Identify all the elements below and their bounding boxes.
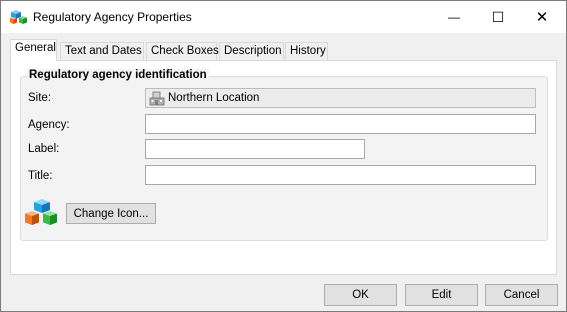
maximize-button[interactable]: ☐ bbox=[476, 1, 520, 33]
tab-description[interactable]: Description bbox=[219, 42, 284, 61]
site-field[interactable]: Northern Location bbox=[145, 88, 536, 108]
tab-text-and-dates[interactable]: Text and Dates bbox=[60, 42, 144, 61]
ok-button[interactable]: OK bbox=[324, 284, 397, 306]
title-label: Title: bbox=[28, 170, 53, 182]
tab-general[interactable]: General bbox=[10, 39, 57, 61]
edit-button[interactable]: Edit bbox=[405, 284, 478, 306]
minimize-icon: — bbox=[448, 10, 460, 24]
change-icon-button[interactable]: Change Icon... bbox=[66, 203, 156, 224]
title-bar[interactable]: Regulatory Agency Properties — ☐ ✕ bbox=[1, 1, 566, 33]
site-value: Northern Location bbox=[168, 92, 260, 104]
cubes-icon bbox=[10, 10, 27, 24]
window-title: Regulatory Agency Properties bbox=[33, 10, 192, 24]
label-label: Label: bbox=[28, 143, 60, 155]
tab-check-boxes[interactable]: Check Boxes bbox=[146, 42, 219, 61]
group-legend: Regulatory agency identification bbox=[27, 69, 209, 81]
cancel-button[interactable]: Cancel bbox=[485, 284, 558, 306]
close-button[interactable]: ✕ bbox=[520, 1, 564, 33]
label-input[interactable] bbox=[145, 139, 365, 159]
maximize-icon: ☐ bbox=[491, 8, 505, 25]
tab-history[interactable]: History bbox=[285, 42, 328, 61]
minimize-button[interactable]: — bbox=[432, 1, 476, 33]
building-icon bbox=[149, 91, 165, 106]
dialog-window: Regulatory Agency Properties — ☐ ✕ Gener… bbox=[0, 0, 567, 312]
agency-identification-group: Regulatory agency identification Site: N… bbox=[20, 69, 548, 241]
agency-input[interactable] bbox=[145, 114, 536, 134]
title-input[interactable] bbox=[145, 165, 536, 185]
agency-label: Agency: bbox=[28, 119, 70, 131]
cubes-icon bbox=[25, 199, 57, 225]
site-label: Site: bbox=[28, 92, 52, 104]
close-icon: ✕ bbox=[535, 9, 549, 26]
general-tab-panel: Regulatory agency identification Site: N… bbox=[10, 60, 557, 275]
